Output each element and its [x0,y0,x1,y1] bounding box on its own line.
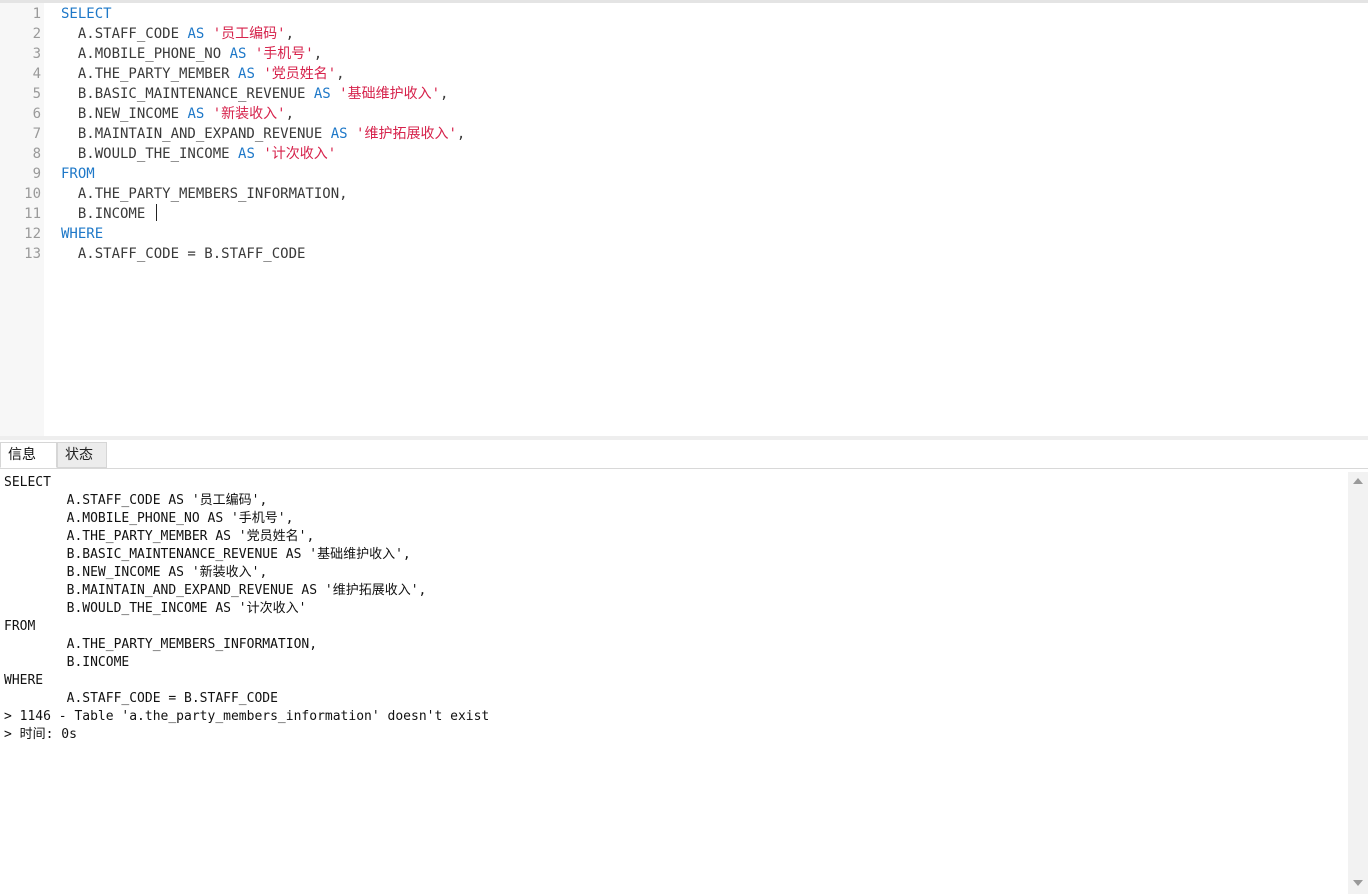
sql-keyword: AS [330,126,348,142]
output-line: B.NEW_INCOME AS '新装收入', [4,565,268,580]
sql-keyword: AS [229,46,247,62]
sql-token: , [285,26,295,42]
line-number: 7 [32,126,41,142]
line-number: 12 [24,226,41,242]
sql-keyword: AS [187,26,205,42]
tab-status[interactable]: 状态 [57,442,107,468]
sql-token: B.INCOME [61,206,154,222]
code-line[interactable]: FROM [61,164,95,184]
result-tab-bar: 信息 状态 [0,440,1368,469]
output-line: A.THE_PARTY_MEMBERS_INFORMATION, [4,637,318,652]
sql-token: A.THE_PARTY_MEMBER [61,66,239,82]
output-line: B.INCOME [4,655,130,670]
code-line[interactable]: B.WOULD_THE_INCOME AS '计次收入' [61,144,336,164]
line-number: 13 [24,246,41,262]
sql-string-literal: '基础维护收入' [339,86,441,102]
sql-string-literal: '员工编码' [212,26,286,42]
code-line[interactable]: B.NEW_INCOME AS '新装收入', [61,104,294,124]
line-number: 2 [32,26,41,42]
sql-keyword: SELECT [61,6,112,22]
code-line[interactable]: SELECT [61,4,112,24]
output-line: A.STAFF_CODE = B.STAFF_CODE [4,691,278,706]
sql-token: , [440,86,449,102]
scroll-up-arrow-icon[interactable] [1353,478,1363,484]
output-line: > 时间: 0s [4,727,77,742]
sql-token: A.STAFF_CODE [61,26,188,42]
output-line: WHERE [4,673,44,688]
sql-token: , [285,106,295,122]
sql-token: , [336,66,345,82]
line-number: 9 [32,166,41,182]
output-line: A.STAFF_CODE AS '员工编码', [4,493,268,508]
code-line[interactable]: A.THE_PARTY_MEMBERS_INFORMATION, [61,184,348,204]
line-number: 5 [32,86,41,102]
line-number: 6 [32,106,41,122]
sql-keyword: AS [238,146,255,162]
code-line[interactable]: B.MAINTAIN_AND_EXPAND_REVENUE AS '维护拓展收入… [61,124,465,144]
output-line: B.WOULD_THE_INCOME AS '计次收入' [4,601,307,616]
output-line: B.MAINTAIN_AND_EXPAND_REVENUE AS '维护拓展收入… [4,583,427,598]
output-line: > 1146 - Table 'a.the_party_members_info… [4,709,490,724]
output-line: SELECT [4,475,51,490]
sql-keyword: FROM [61,166,95,182]
sql-token: B.NEW_INCOME [61,106,188,122]
code-line[interactable]: WHERE [61,224,103,244]
sql-token: B.WOULD_THE_INCOME [61,146,239,162]
sql-string-literal: '新装收入' [212,106,286,122]
code-line[interactable]: A.MOBILE_PHONE_NO AS '手机号', [61,44,322,64]
output-vertical-scrollbar[interactable] [1348,472,1368,894]
sql-string-literal: '手机号' [254,46,314,62]
sql-keyword: AS [238,66,255,82]
message-output-panel: SELECT A.STAFF_CODE AS '员工编码', A.MOBILE_… [0,469,1348,894]
scroll-down-arrow-icon[interactable] [1353,880,1363,886]
sql-string-literal: '党员姓名' [263,66,337,82]
code-line[interactable]: A.STAFF_CODE AS '员工编码', [61,24,294,44]
sql-editor[interactable]: 1 2 3 4 5 6 7 8 9 10 11 12 13 SELECT A.STAFF_CODE AS… [0,3,1368,436]
output-line: A.MOBILE_PHONE_NO AS '手机号', [4,511,294,526]
line-number: 8 [32,146,41,162]
line-number-gutter: 1 2 3 4 5 6 7 8 9 10 11 12 13 [0,3,44,436]
code-line[interactable]: A.STAFF_CODE = B.STAFF_CODE [61,244,306,264]
sql-token: B.BASIC_MAINTENANCE_REVENUE [61,86,314,102]
output-line: A.THE_PARTY_MEMBER AS '党员姓名', [4,529,315,544]
line-number: 11 [24,206,41,222]
line-number: 4 [32,66,41,82]
sql-keyword: AS [313,86,331,102]
sql-token: , [456,126,466,142]
sql-string-literal: '计次收入' [263,146,337,162]
sql-token: , [313,46,323,62]
sql-token: A.THE_PARTY_MEMBERS_INFORMATION, [61,186,348,202]
code-line[interactable]: B.BASIC_MAINTENANCE_REVENUE AS '基础维护收入', [61,84,449,104]
sql-token: B.MAINTAIN_AND_EXPAND_REVENUE [61,126,331,142]
tab-info[interactable]: 信息 [0,442,57,468]
sql-token: A.MOBILE_PHONE_NO [61,46,230,62]
output-line: FROM [4,619,36,634]
code-line[interactable]: B.INCOME [61,204,157,224]
sql-token: A.STAFF_CODE = B.STAFF_CODE [61,246,306,262]
line-number: 10 [24,186,41,202]
sql-string-literal: '维护拓展收入' [356,126,457,142]
line-number: 1 [32,6,41,22]
output-line: B.BASIC_MAINTENANCE_REVENUE AS '基础维护收入', [4,547,411,562]
sql-keyword: AS [187,106,205,122]
code-line[interactable]: A.THE_PARTY_MEMBER AS '党员姓名', [61,64,345,84]
text-cursor [155,204,157,221]
sql-keyword: WHERE [61,226,104,242]
line-number: 3 [32,46,41,62]
